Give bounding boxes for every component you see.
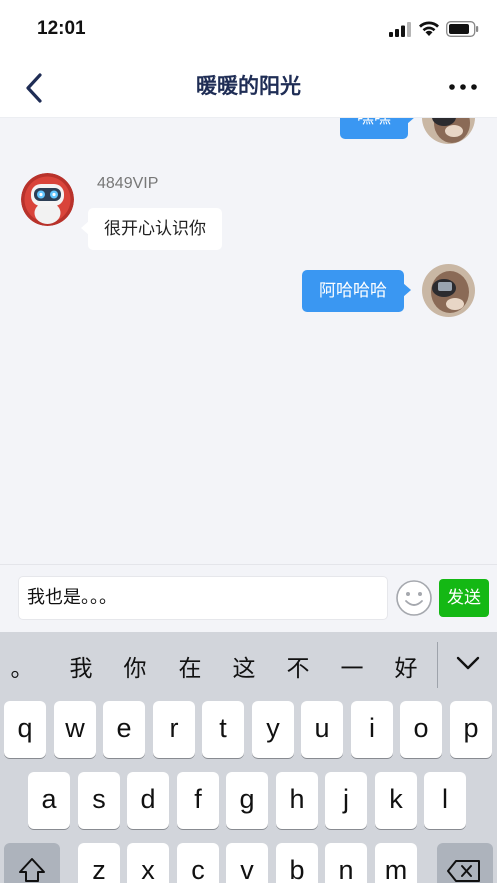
candidate-word[interactable]: 我	[61, 649, 101, 683]
key-x[interactable]: x	[127, 843, 169, 883]
candidate-word[interactable]: 这	[224, 649, 264, 683]
message-text: 阿哈哈哈	[319, 281, 387, 301]
backspace-icon	[447, 860, 480, 882]
keyboard: 。 我 你 在 这 不 一 好 q w e r t y u i o p a s …	[0, 632, 497, 883]
key-o[interactable]: o	[400, 701, 442, 758]
key-l[interactable]: l	[424, 772, 466, 829]
key-n[interactable]: n	[325, 843, 367, 883]
sender-name: 4849VIP	[97, 175, 159, 192]
delete-key[interactable]	[437, 843, 493, 883]
chat-messages[interactable]: 嘿嘿 4849VIP 很开心认识你 阿哈哈哈	[0, 118, 497, 564]
collapse-keyboard-icon[interactable]	[455, 654, 481, 672]
candidate-bar: 。 我 你 在 这 不 一 好	[0, 632, 497, 698]
candidate-word[interactable]: 好	[386, 649, 426, 683]
key-u[interactable]: u	[301, 701, 343, 758]
candidate-word[interactable]: 你	[115, 649, 155, 683]
key-e[interactable]: e	[103, 701, 145, 758]
key-w[interactable]: w	[54, 701, 96, 758]
message-text: 很开心认识你	[104, 219, 206, 239]
candidate-word[interactable]: 一	[332, 649, 372, 683]
user-avatar[interactable]	[422, 264, 475, 317]
key-g[interactable]: g	[226, 772, 268, 829]
key-t[interactable]: t	[202, 701, 244, 758]
key-z[interactable]: z	[78, 843, 120, 883]
candidate-divider	[437, 642, 438, 688]
battery-icon	[446, 21, 479, 37]
key-y[interactable]: y	[252, 701, 294, 758]
message-bubble-incoming[interactable]: 很开心认识你	[81, 208, 222, 250]
key-j[interactable]: j	[325, 772, 367, 829]
key-b[interactable]: b	[276, 843, 318, 883]
key-k[interactable]: k	[375, 772, 417, 829]
nav-bar: 暖暖的阳光	[0, 58, 497, 118]
send-button[interactable]: 发送	[439, 579, 489, 617]
key-a[interactable]: a	[28, 772, 70, 829]
key-r[interactable]: r	[153, 701, 195, 758]
key-d[interactable]: d	[127, 772, 169, 829]
key-h[interactable]: h	[276, 772, 318, 829]
key-s[interactable]: s	[78, 772, 120, 829]
message-bubble-outgoing[interactable]: 嘿嘿	[340, 118, 415, 139]
emoji-face-icon[interactable]	[395, 579, 433, 617]
wifi-icon	[419, 21, 439, 36]
key-v[interactable]: v	[226, 843, 268, 883]
sender-avatar[interactable]	[21, 173, 74, 226]
candidate-word[interactable]: 。	[2, 649, 42, 683]
composer-bar: 我也是。。。 发送	[0, 564, 497, 632]
status-time: 12:01	[37, 18, 86, 39]
key-p[interactable]: p	[450, 701, 492, 758]
candidate-word[interactable]: 在	[170, 649, 210, 683]
key-f[interactable]: f	[177, 772, 219, 829]
message-input[interactable]: 我也是。。。	[18, 576, 388, 620]
cellular-signal-icon	[389, 22, 411, 37]
page-title: 暖暖的阳光	[196, 74, 301, 98]
shift-icon	[19, 858, 45, 882]
user-avatar[interactable]	[422, 118, 475, 144]
key-i[interactable]: i	[351, 701, 393, 758]
message-text: 嘿嘿	[357, 118, 391, 128]
message-bubble-outgoing[interactable]: 阿哈哈哈	[302, 270, 411, 312]
shift-key[interactable]	[4, 843, 60, 883]
candidate-word[interactable]: 不	[278, 649, 318, 683]
status-bar: 12:01	[0, 0, 497, 58]
key-c[interactable]: c	[177, 843, 219, 883]
key-m[interactable]: m	[375, 843, 417, 883]
key-q[interactable]: q	[4, 701, 46, 758]
more-dots-icon[interactable]	[448, 80, 478, 94]
